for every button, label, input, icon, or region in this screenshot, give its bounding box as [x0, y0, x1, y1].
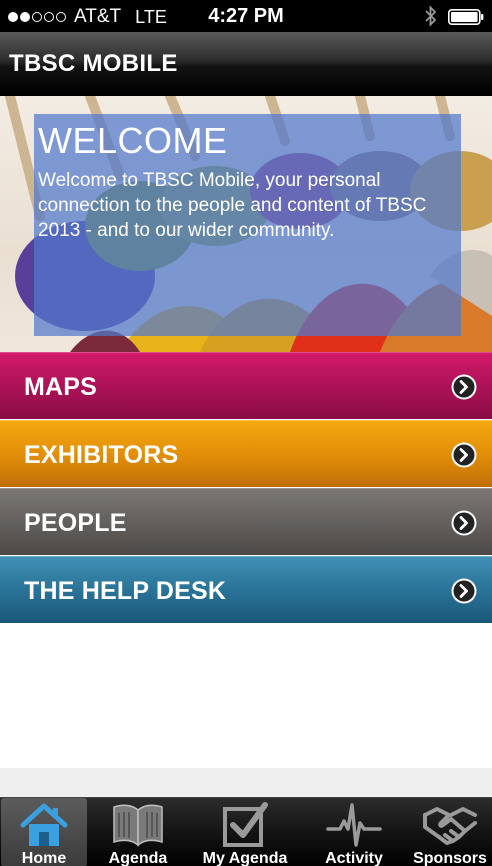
- chevron-right-circle-icon: [451, 578, 477, 604]
- tab-label: My Agenda: [202, 850, 288, 866]
- tab-sponsors[interactable]: Sponsors: [408, 798, 492, 866]
- bluetooth-icon: [425, 5, 437, 27]
- tab-label: Activity: [325, 850, 383, 866]
- menu-item-label: PEOPLE: [24, 509, 127, 537]
- tab-label: Home: [21, 850, 67, 866]
- heartbeat-icon: [326, 803, 382, 847]
- tab-my-agenda[interactable]: My Agenda: [192, 798, 298, 866]
- status-time: 4:27 PM: [208, 5, 284, 27]
- checkbox-icon: [223, 802, 268, 847]
- tab-label: Sponsors: [413, 850, 487, 866]
- battery-icon: [448, 9, 484, 25]
- home-icon: [20, 803, 68, 846]
- chevron-right-circle-icon: [451, 510, 477, 536]
- tab-bar: Home Agenda My Agenda Activity Sponsors: [0, 797, 492, 866]
- menu-item-label: MAPS: [24, 373, 98, 401]
- menu-item-help-desk[interactable]: THE HELP DESK: [0, 556, 492, 623]
- welcome-title: WELCOME: [38, 120, 228, 161]
- menu-item-label: EXHIBITORS: [24, 441, 179, 469]
- welcome-overlay: WELCOME Welcome to TBSC Mobile, your per…: [34, 114, 461, 336]
- tab-agenda[interactable]: Agenda: [92, 798, 184, 866]
- chevron-right-circle-icon: [451, 442, 477, 468]
- menu-item-label: THE HELP DESK: [24, 577, 227, 605]
- chevron-right-circle-icon: [451, 374, 477, 400]
- welcome-banner: WELCOME Welcome to TBSC Mobile, your per…: [0, 96, 492, 352]
- status-bar: AT&T LTE 4:27 PM: [0, 0, 492, 32]
- content-bottom-spacer: [0, 768, 492, 797]
- book-icon: [113, 804, 163, 847]
- menu-item-exhibitors[interactable]: EXHIBITORS: [0, 420, 492, 487]
- menu-item-maps[interactable]: MAPS: [0, 352, 492, 419]
- menu-item-people[interactable]: PEOPLE: [0, 488, 492, 555]
- tab-home[interactable]: Home: [1, 798, 87, 866]
- app-title: TBSC MOBILE: [9, 50, 178, 77]
- handshake-icon: [423, 807, 477, 845]
- navigation-bar: TBSC MOBILE: [0, 32, 492, 96]
- tab-activity[interactable]: Activity: [312, 798, 396, 866]
- tab-label: Agenda: [108, 850, 168, 866]
- welcome-text: Welcome to TBSC Mobile, your personal co…: [38, 170, 427, 241]
